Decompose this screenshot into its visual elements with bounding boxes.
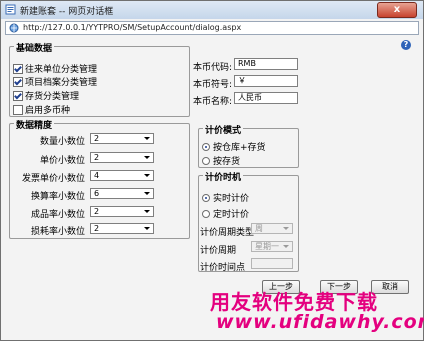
checkbox-row-customer-class[interactable]: 往来单位分类管理 [13,62,98,75]
radio-scheduled[interactable]: 定时计价 [202,207,250,220]
chevron-down-icon [283,227,289,230]
period-select[interactable]: 星期一 [251,241,293,252]
yield-decimals-label: 成品率小数位 [30,210,85,220]
period-type-select[interactable]: 周 [251,223,293,234]
currency-symbol-field[interactable]: ￥ [234,75,298,87]
radio-button[interactable] [202,156,210,165]
title-bar: 新建账套 -- 网页对话框 x [1,1,423,19]
checkbox-label: 项目档案分类管理 [25,78,98,88]
checkbox[interactable] [13,76,23,87]
radio-button[interactable] [202,142,210,151]
chevron-down-icon [144,137,150,140]
invoice-price-decimals-label: 发票单价小数位 [21,174,85,184]
precision-legend: 数据精度 [14,118,55,131]
valuation-timing-legend: 计价时机 [203,170,244,183]
conversion-decimals-select[interactable]: 6 [90,188,154,199]
qty-decimals-select[interactable]: 2 [90,133,154,144]
loss-decimals-label: 损耗率小数位 [30,227,85,237]
checkbox[interactable] [13,90,23,101]
chevron-down-icon [144,174,150,177]
radio-label: 实时计价 [213,194,250,204]
checkbox-row-multi-currency[interactable]: 启用多币种 [13,103,71,116]
chevron-down-icon [144,210,150,213]
checkbox-label: 存货分类管理 [25,92,80,102]
qty-decimals-label: 数量小数位 [39,137,85,147]
radio-label: 按仓库+存货 [213,143,266,153]
address-url: http://127.0.0.1/YYTPRO/SM/SetupAccount/… [23,23,242,32]
radio-button[interactable] [202,209,210,218]
checkbox-row-project-class[interactable]: 项目档案分类管理 [13,75,98,88]
window-title: 新建账套 -- 网页对话框 [20,7,114,17]
period-label: 计价周期 [200,246,237,256]
radio-warehouse-inventory[interactable]: 按仓库+存货 [202,140,266,153]
chevron-down-icon [144,156,150,159]
help-icon[interactable]: ? [401,40,411,50]
yield-decimals-select[interactable]: 2 [90,206,154,217]
currency-symbol-label: 本币符号: [192,80,232,90]
radio-realtime[interactable]: 实时计价 [202,191,250,204]
page-icon [9,23,19,33]
currency-code-field[interactable]: RMB [234,58,298,70]
currency-name-label: 本币名称: [192,97,232,107]
checkbox-label: 启用多币种 [25,106,71,116]
currency-name-field[interactable]: 人民币 [234,92,298,104]
chevron-down-icon [144,192,150,195]
invoice-price-decimals-select[interactable]: 4 [90,170,154,181]
watermark-url: www.ufidawhy.com [216,311,424,333]
loss-decimals-select[interactable]: 2 [90,223,154,234]
chevron-down-icon [283,245,289,248]
close-button[interactable]: x [377,2,417,18]
ie-page-icon [5,4,16,15]
dialog-window: 新建账套 -- 网页对话框 x http://127.0.0.1/YYTPRO/… [0,0,424,341]
checkbox[interactable] [13,104,23,115]
period-type-label: 计价周期类型 [200,228,255,238]
conversion-decimals-label: 换算率小数位 [30,192,85,202]
timepoint-label: 计价时间点 [200,263,246,273]
timepoint-field[interactable] [251,258,293,269]
price-decimals-label: 单价小数位 [39,156,85,166]
address-bar: http://127.0.0.1/YYTPRO/SM/SetupAccount/… [5,21,419,35]
price-decimals-select[interactable]: 2 [90,152,154,163]
radio-button[interactable] [202,193,210,202]
checkbox[interactable] [13,63,23,74]
valuation-mode-legend: 计价模式 [203,123,244,136]
basic-data-legend: 基础数据 [14,41,55,54]
checkbox-row-inventory-class[interactable]: 存货分类管理 [13,89,80,102]
radio-label: 按存货 [213,157,241,167]
currency-code-label: 本币代码: [192,63,232,73]
radio-label: 定时计价 [213,210,250,220]
checkbox-label: 往来单位分类管理 [25,65,98,75]
chevron-down-icon [144,227,150,230]
radio-inventory[interactable]: 按存货 [202,154,241,167]
